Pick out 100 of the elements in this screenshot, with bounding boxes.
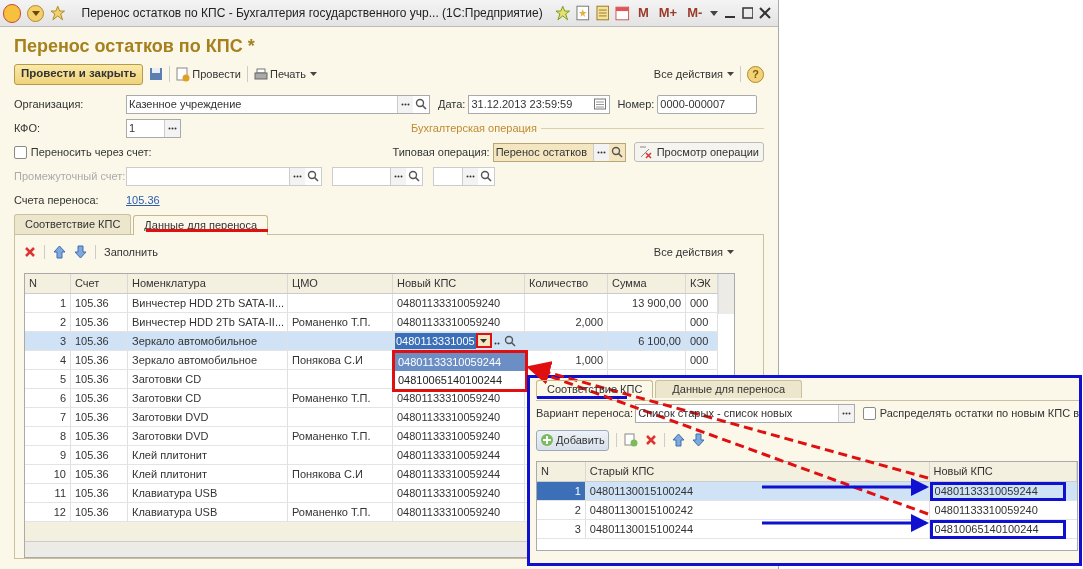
table-cell-text: 1,000 xyxy=(575,352,603,368)
printer-icon[interactable] xyxy=(254,67,268,81)
calendar-icon[interactable] xyxy=(594,98,607,110)
fill-button[interactable]: Заполнить xyxy=(104,243,158,261)
menu-icon[interactable] xyxy=(27,4,45,22)
account-field[interactable] xyxy=(126,166,322,186)
column-header[interactable]: Новый КПС xyxy=(393,273,525,293)
arrow-down-icon[interactable] xyxy=(74,244,87,259)
help-icon[interactable]: ? xyxy=(747,65,764,83)
field-label: Дата: xyxy=(438,96,466,112)
table-cell-text: 04801133310059240 xyxy=(397,409,501,425)
editing-field[interactable]: 0480113331005 xyxy=(395,332,476,350)
arrow-up-icon[interactable] xyxy=(53,244,66,259)
checkbox[interactable] xyxy=(862,407,876,420)
caret-icon[interactable] xyxy=(710,10,719,16)
tab[interactable]: Данные для переноса xyxy=(655,380,803,398)
post-button[interactable]: Провести xyxy=(192,65,241,83)
logo-icon[interactable] xyxy=(3,3,22,23)
account-field[interactable] xyxy=(332,166,423,186)
table-cell-text: 6 xyxy=(59,390,66,406)
table-cell-text: Клавиатура USB xyxy=(132,504,218,520)
organization-field[interactable]: Казенное учреждение xyxy=(126,94,430,114)
date-field[interactable]: 31.12.2013 23:59:59 xyxy=(468,94,611,114)
accounts-link[interactable]: 105.36 xyxy=(126,191,160,209)
ellipsis-icon xyxy=(293,174,302,178)
print-button[interactable]: Печать xyxy=(270,65,318,83)
table-cell-text: 105.36 xyxy=(75,428,109,444)
typical-operation-field[interactable]: Перенос остатков xyxy=(492,142,626,162)
column-header[interactable]: Счет xyxy=(71,273,128,293)
checkbox[interactable] xyxy=(14,145,27,159)
bookmark-icon[interactable] xyxy=(576,5,590,21)
search-icon[interactable] xyxy=(503,334,516,347)
column-header[interactable]: Новый КПС xyxy=(929,462,1077,481)
column-header[interactable]: Номенклатура xyxy=(128,273,288,293)
close-icon[interactable] xyxy=(759,7,772,19)
table-row[interactable]: 1 04801130015100244 04801133310059244 xyxy=(537,482,1077,501)
table-cell-text: 000 xyxy=(690,352,709,368)
table-cell-text: Зеркало автомобильное xyxy=(132,352,258,368)
column-header[interactable]: Количество xyxy=(525,273,608,293)
table-cell-text: 04801133310059240 xyxy=(397,295,501,311)
column-header[interactable]: N xyxy=(537,462,586,481)
view-operation-button[interactable]: Просмотр операции xyxy=(633,142,764,162)
table-row[interactable]: 3 04801130015100244 04810065140100244 xyxy=(537,520,1077,539)
table-cell-text: Романенко Т.П. xyxy=(292,314,371,330)
maximize-icon[interactable] xyxy=(741,7,754,19)
star-icon[interactable] xyxy=(50,5,66,21)
table-cell-text: 2 xyxy=(574,502,581,518)
delete-icon[interactable] xyxy=(24,245,36,258)
ellipsis-button[interactable] xyxy=(164,119,180,137)
all-actions-button[interactable]: Все действия xyxy=(653,243,734,261)
save-icon[interactable] xyxy=(149,67,164,81)
calculator-icon[interactable] xyxy=(595,5,610,21)
caret-icon xyxy=(727,249,734,254)
add-button[interactable]: Добавить xyxy=(536,429,609,451)
caret-icon xyxy=(727,72,734,76)
memory-button[interactable]: M xyxy=(635,3,651,23)
tab[interactable]: Соответствие КПС xyxy=(14,214,132,234)
search-icon[interactable] xyxy=(480,170,492,182)
table-cell-text: 5 xyxy=(59,371,66,387)
table-cell-text: 4 xyxy=(59,352,66,368)
table-cell-text: 105.36 xyxy=(75,485,109,501)
table-cell-text: 04801130015100244 xyxy=(589,521,694,537)
account-field[interactable] xyxy=(433,166,495,186)
post-icon[interactable] xyxy=(176,66,191,82)
table-cell-text: 04801133310059240 xyxy=(933,502,1039,518)
search-icon[interactable] xyxy=(415,98,427,110)
search-icon[interactable] xyxy=(408,170,420,182)
kfo-field[interactable]: 1 xyxy=(126,118,181,138)
table-cell-text: 13 900,00 xyxy=(632,295,681,311)
column-header[interactable]: N xyxy=(25,273,71,293)
table-cell-text: 04801130015100244 xyxy=(589,483,694,499)
column-header[interactable]: Старый КПС xyxy=(585,462,930,481)
star-arrow-icon[interactable] xyxy=(554,5,571,21)
search-icon[interactable] xyxy=(307,170,319,182)
table-cell-text: Заготовки DVD xyxy=(132,428,209,444)
arrow-up-icon[interactable] xyxy=(671,433,685,447)
ellipsis-button[interactable] xyxy=(837,405,854,422)
memory-button[interactable]: M+ xyxy=(656,3,680,23)
table-cell-text: Зеркало автомобильное xyxy=(132,333,258,349)
table-row[interactable]: 2 04801130015100242 04801133310059240 xyxy=(537,501,1077,520)
table-cell-text: 6 100,00 xyxy=(638,333,681,349)
arrow-down-icon[interactable] xyxy=(691,433,705,447)
table-cell-text: Клавиатура USB xyxy=(132,485,218,501)
column-header[interactable]: ЦМО xyxy=(288,273,393,293)
search-icon[interactable] xyxy=(610,146,623,158)
vertical-scrollbar[interactable] xyxy=(718,273,734,314)
table-cell: 04810065140100244 xyxy=(929,519,1066,539)
memory-button[interactable]: M- xyxy=(685,3,705,23)
copy-icon[interactable] xyxy=(623,433,638,447)
table-cell-text: 105.36 xyxy=(75,390,109,406)
number-field[interactable]: 0000-000007 xyxy=(657,94,758,114)
field-label: КФО: xyxy=(14,120,41,136)
post-and-close-button[interactable]: Провести и закрыть xyxy=(14,63,144,85)
column-header[interactable]: Сумма xyxy=(608,273,686,293)
plus-icon xyxy=(540,433,554,447)
all-actions-button[interactable]: Все действия xyxy=(653,65,734,83)
form-title: Перенос остатков по КПС * xyxy=(14,35,256,58)
delete-icon[interactable] xyxy=(644,434,657,446)
ellipsis-icon xyxy=(841,412,851,415)
calendar-icon[interactable] xyxy=(615,5,630,21)
